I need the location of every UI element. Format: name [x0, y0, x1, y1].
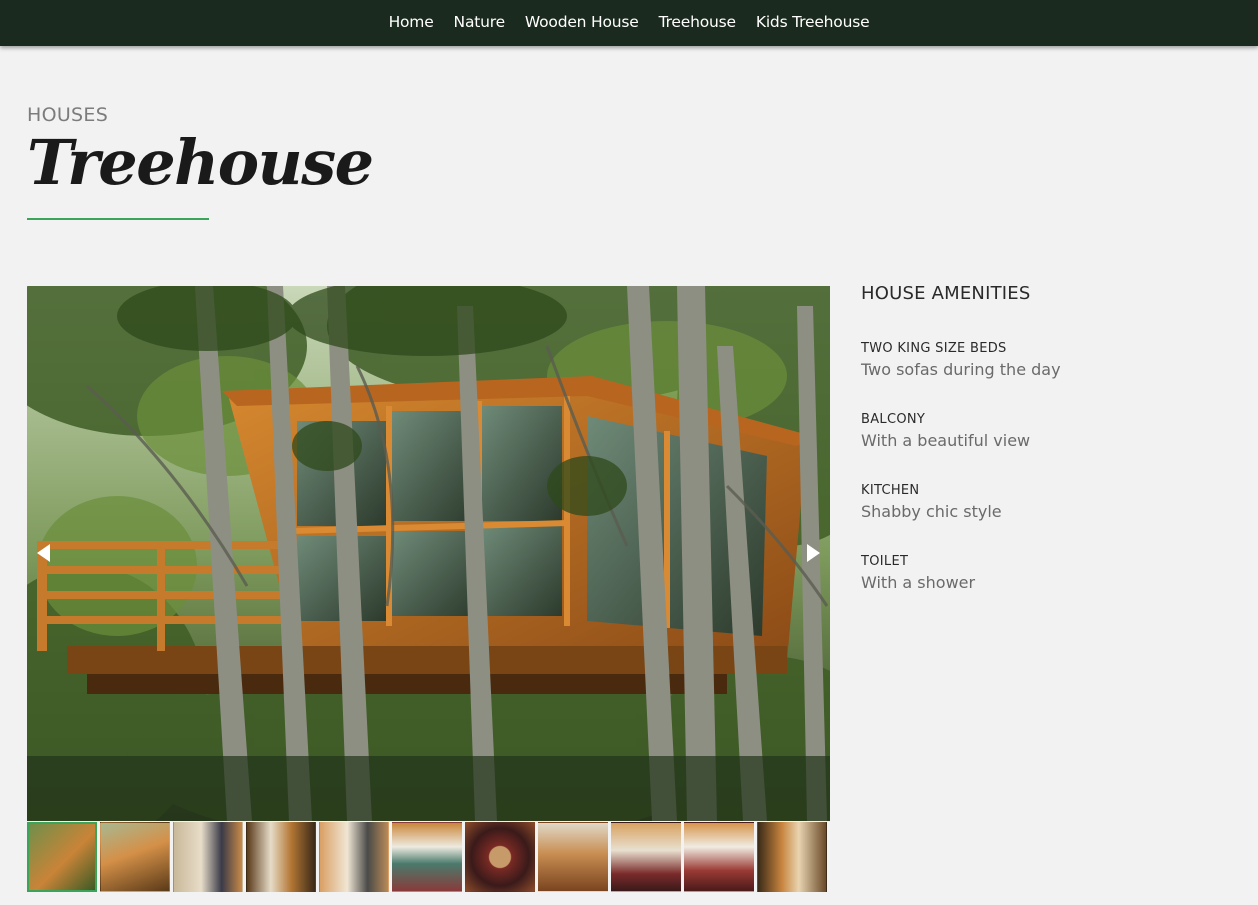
amenity-description: Two sofas during the day	[861, 360, 1061, 379]
gallery-prev-arrow-icon[interactable]	[37, 544, 50, 562]
thumbnail-11[interactable]	[757, 822, 827, 892]
amenity-description: Shabby chic style	[861, 502, 1002, 521]
amenity-label: KITCHEN	[861, 483, 920, 498]
amenity-label: TOILET	[861, 554, 909, 569]
thumbnail-6[interactable]	[392, 822, 462, 892]
thumbnail-3[interactable]	[173, 822, 243, 892]
amenity-item: TOILET With a shower	[861, 554, 1231, 592]
thumbnail-5[interactable]	[319, 822, 389, 892]
thumbnail-10[interactable]	[684, 822, 754, 892]
thumbnail-2[interactable]	[100, 822, 170, 892]
gallery-thumbnail-strip	[27, 822, 830, 892]
amenity-label: BALCONY	[861, 412, 926, 427]
nav-treehouse[interactable]: Treehouse	[659, 13, 736, 31]
amenities-heading: HOUSE AMENITIES	[861, 283, 1031, 304]
nav-wooden-house[interactable]: Wooden House	[525, 13, 639, 31]
thumbnail-1[interactable]	[27, 822, 97, 892]
nav-nature[interactable]: Nature	[454, 13, 506, 31]
gallery-next-arrow-icon[interactable]	[807, 544, 820, 562]
amenity-description: With a shower	[861, 573, 976, 592]
page-title: Treehouse	[27, 126, 374, 199]
thumbnail-8[interactable]	[538, 822, 608, 892]
amenity-label: TWO KING SIZE BEDS	[861, 341, 1007, 356]
thumbnail-7[interactable]	[465, 822, 535, 892]
house-amenities-panel: HOUSE AMENITIES TWO KING SIZE BEDS Two s…	[861, 283, 1231, 625]
title-underline	[27, 218, 209, 220]
amenity-description: With a beautiful view	[861, 431, 1031, 450]
treehouse-photo	[27, 286, 830, 821]
amenity-item: TWO KING SIZE BEDS Two sofas during the …	[861, 341, 1231, 379]
nav-home[interactable]: Home	[389, 13, 434, 31]
thumbnail-9[interactable]	[611, 822, 681, 892]
amenity-item: BALCONY With a beautiful view	[861, 412, 1231, 450]
main-gallery-image[interactable]	[27, 286, 830, 821]
amenity-item: KITCHEN Shabby chic style	[861, 483, 1231, 521]
top-navigation: Home Nature Wooden House Treehouse Kids …	[0, 0, 1258, 46]
nav-kids-treehouse[interactable]: Kids Treehouse	[756, 13, 870, 31]
thumbnail-4[interactable]	[246, 822, 316, 892]
